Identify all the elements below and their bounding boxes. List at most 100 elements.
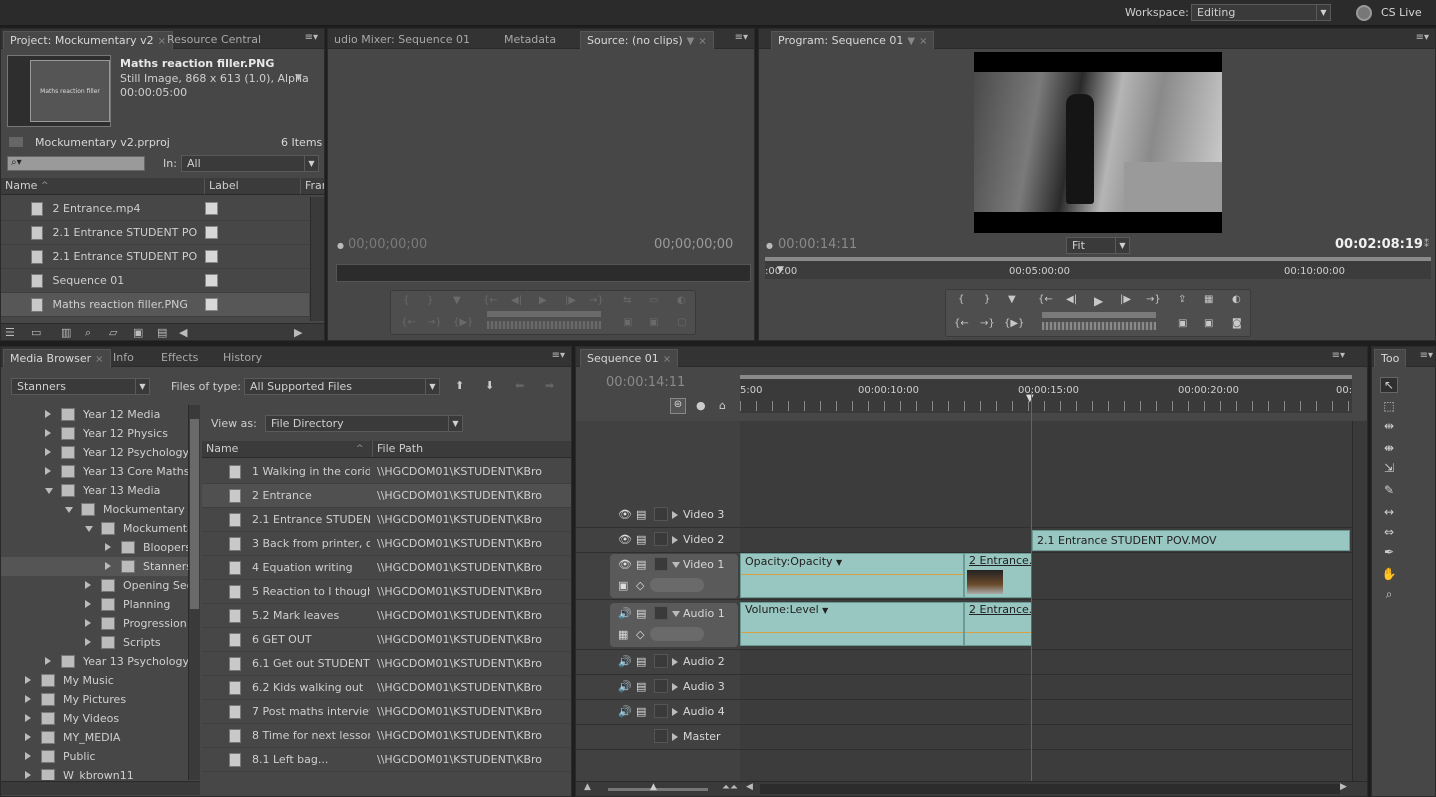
sync-lock-icon[interactable]: ▤ (636, 558, 646, 571)
export-frame-button[interactable]: ▢ (677, 317, 686, 328)
set-marker-button[interactable]: ▼ (453, 295, 461, 306)
in-dropdown[interactable]: All ▼ (181, 155, 319, 172)
tab-info[interactable]: Info (107, 349, 140, 367)
cs-live-icon[interactable] (1356, 5, 1372, 21)
tree-item[interactable]: My Pictures (1, 690, 188, 709)
marker-icon[interactable]: ● (696, 399, 706, 412)
zoom-out-icon[interactable]: ▲ (584, 782, 591, 792)
tab-effects[interactable]: Effects (155, 349, 204, 367)
play-button[interactable]: ▶ (1094, 294, 1103, 308)
add-marker-icon[interactable]: ⌂ (719, 399, 726, 412)
tab-program[interactable]: Program: Sequence 01 ▼ × (771, 31, 935, 49)
rolling-edit-tool-icon[interactable]: ⇼ (1380, 441, 1398, 457)
scroll-right-icon[interactable]: ▶ (1340, 782, 1347, 792)
delete-icon[interactable]: ▤ (157, 324, 167, 340)
project-scrollbar[interactable] (310, 197, 324, 321)
automate-icon[interactable]: ▥ (61, 324, 71, 340)
step-back-button[interactable]: ◀| (1066, 294, 1077, 305)
files-of-type-dropdown[interactable]: All Supported Files ▼ (244, 378, 440, 395)
view-as-dropdown[interactable]: File Directory ▼ (265, 415, 463, 432)
tab-media-browser[interactable]: Media Browser × (3, 349, 111, 367)
razor-tool-icon[interactable]: ✎ (1380, 483, 1398, 499)
scroll-left-icon[interactable]: ◀ (746, 782, 753, 792)
track-box[interactable] (654, 704, 668, 718)
tree-item[interactable]: Progression (1, 614, 188, 633)
sync-lock-icon[interactable]: ▤ (636, 508, 646, 521)
extract-button[interactable]: ▣ (649, 317, 658, 328)
lift-button[interactable]: ⇪ (1178, 294, 1186, 305)
tree-item[interactable]: Year 13 Psychology (1, 652, 188, 671)
expand-icon[interactable] (672, 733, 678, 741)
chevron-down-icon[interactable]: ▼ (822, 606, 828, 615)
jog-wheel[interactable] (1042, 322, 1156, 330)
panel-menu-icon[interactable]: ≡▾ (1416, 32, 1429, 43)
display-style-icon[interactable]: ▦ (618, 628, 628, 641)
list-view-icon[interactable]: ☰ (5, 324, 15, 340)
tab-history[interactable]: History (217, 349, 268, 367)
source-scrub-bar[interactable] (336, 264, 751, 282)
tree-item[interactable]: W_kbrown11 (1, 766, 188, 780)
eye-icon[interactable]: 👁 (618, 558, 632, 571)
v1-clip2[interactable]: 2 Entrance.m (964, 553, 1032, 598)
a1-clip1[interactable]: Volume:Level ▼ (740, 602, 964, 646)
mark-in-button[interactable]: { (958, 294, 964, 305)
tree-scrollbar[interactable] (188, 405, 200, 780)
track-box[interactable] (654, 606, 668, 620)
playhead-icon[interactable]: ▼ (1026, 393, 1034, 404)
collapse-icon[interactable] (672, 562, 680, 568)
collapse-icon[interactable] (672, 611, 680, 617)
scroll-left-icon[interactable]: ◀ (179, 324, 187, 340)
expand-icon[interactable] (45, 410, 51, 418)
trim-button[interactable]: ▣ (1178, 318, 1187, 329)
track-box[interactable] (654, 729, 668, 743)
keyframe-icon[interactable]: ◇ (636, 579, 644, 592)
expand-icon[interactable] (105, 562, 111, 570)
mark-out-button[interactable]: } (984, 294, 990, 305)
list-item[interactable]: 2 Entrance.mp4 (1, 197, 309, 221)
mark-in-button[interactable]: { (403, 295, 409, 306)
col-frame[interactable]: Fran (300, 178, 324, 194)
tree-item[interactable]: Opening Seq (1, 576, 188, 595)
eye-icon[interactable]: 👁 (618, 533, 632, 546)
speaker-icon[interactable]: 🔊 (618, 680, 632, 693)
lift-button[interactable]: ▣ (623, 317, 632, 328)
file-row[interactable]: 8.1 Left bag... \\HGCDOM01\KSTUDENT\KBro (202, 748, 571, 772)
export-frame-icon[interactable]: ◙ (1232, 318, 1242, 329)
snap-icon[interactable]: ⊜ (670, 398, 686, 414)
zoom-tool-icon[interactable]: ⌕ (1380, 587, 1398, 603)
playhead-icon[interactable]: ▼ (777, 265, 784, 275)
v1-clip1[interactable]: Opacity:Opacity ▼ (740, 553, 964, 598)
tree-item[interactable]: Planning (1, 595, 188, 614)
track-select-tool-icon[interactable]: ⬚ (1380, 399, 1398, 415)
track-box[interactable] (654, 532, 668, 546)
expand-icon[interactable] (25, 695, 31, 703)
program-ruler[interactable]: :00:00 00:05:00:00 00:10:00:00 ▼ (765, 257, 1431, 279)
file-row[interactable]: 5 Reaction to I thought \\HGCDOM01\KSTUDE… (202, 580, 571, 604)
pen-tool-icon[interactable]: ✒ (1380, 545, 1398, 561)
a1-clip2[interactable]: 2 Entrance.m (964, 602, 1032, 646)
fit-dropdown[interactable]: Fit ▼ (1066, 237, 1130, 254)
go-to-in-button[interactable]: {← (1038, 294, 1053, 305)
arrow-down-icon[interactable]: ⬇ (485, 379, 494, 392)
col-label[interactable]: Label (204, 178, 239, 194)
tree-hscrollbar[interactable] (1, 781, 200, 795)
extract-button[interactable]: ▦ (1204, 294, 1213, 305)
sync-lock-icon[interactable]: ▤ (636, 655, 646, 668)
step-forward-button[interactable]: |▶ (1120, 294, 1131, 305)
play-in-to-out-button[interactable]: {← (954, 318, 969, 329)
file-row[interactable]: 7 Post maths interview \\HGCDOM01\KSTUDEN… (202, 700, 571, 724)
expand-icon[interactable] (25, 771, 31, 779)
slide-tool-icon[interactable]: ⇔ (1380, 525, 1398, 541)
safe-margins-button[interactable]: {▶} (1004, 318, 1024, 329)
expand-icon[interactable] (25, 752, 31, 760)
expand-icon[interactable] (672, 536, 678, 544)
track-box[interactable] (654, 654, 668, 668)
file-row[interactable]: 2 Entrance \\HGCDOM01\KSTUDENT\KBro (202, 484, 571, 508)
cs-live-label[interactable]: CS Live (1381, 6, 1422, 19)
multi-camera-button[interactable]: ▣ (1204, 318, 1213, 329)
tree-item[interactable]: Year 13 Core Maths (1, 462, 188, 481)
settings-icon[interactable]: ⁑ (1424, 239, 1429, 250)
speaker-icon[interactable]: 🔊 (618, 607, 632, 620)
expand-icon[interactable] (25, 733, 31, 741)
sync-lock-icon[interactable]: ▤ (636, 607, 646, 620)
